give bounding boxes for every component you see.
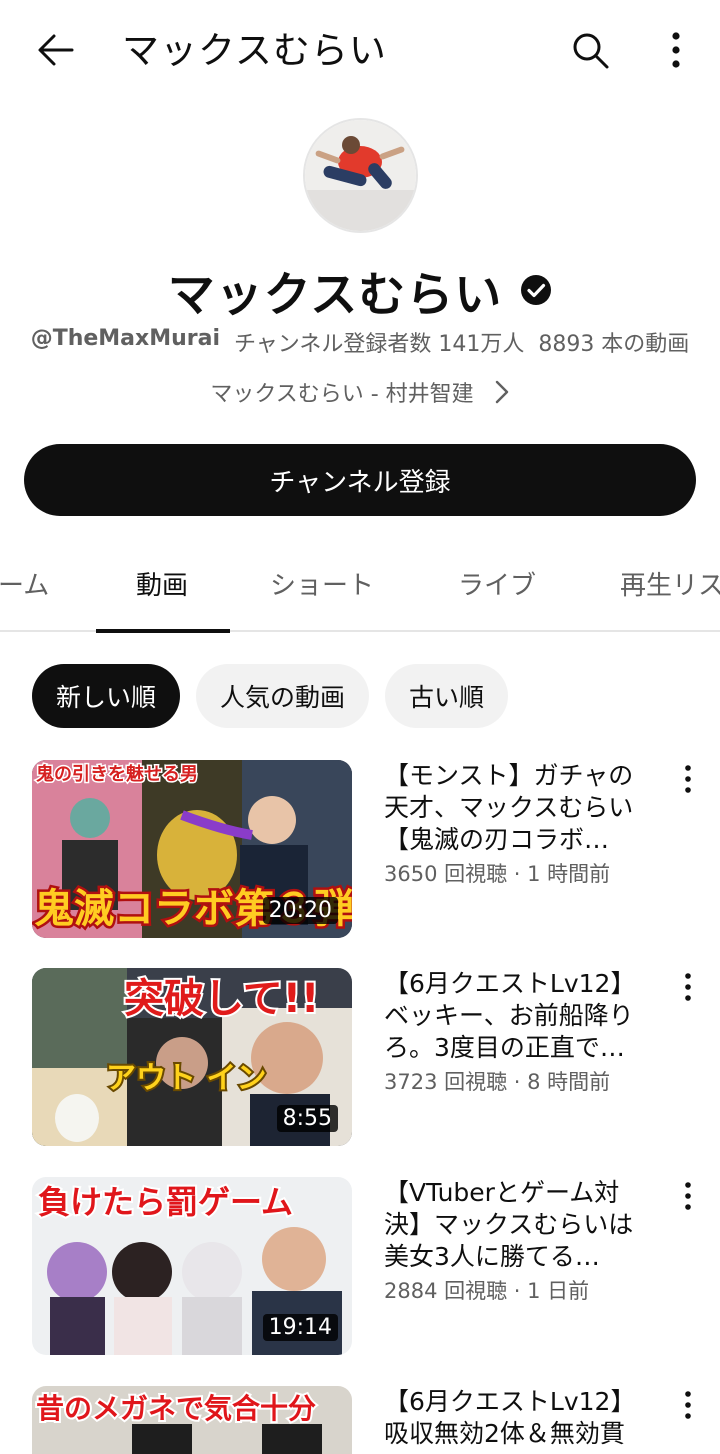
- video-title-line: 【モンスト】ガチャの: [384, 761, 634, 790]
- video-thumbnail[interactable]: 鬼の引きを魅せる男 鬼滅コラボ第３弾 20:20: [32, 760, 352, 938]
- top-app-bar: マックスむらい: [0, 0, 720, 100]
- video-title-line: 決】マックスむらいは: [384, 1210, 634, 1239]
- video-duration: 19:14: [262, 1314, 338, 1341]
- video-title[interactable]: 【VTuberとゲーム対 決】マックスむらいは 美女3人に勝てる…: [384, 1177, 664, 1273]
- thumb-text-top: 昔のメガネで気合十分: [36, 1392, 316, 1425]
- video-title-line: 吸収無効2体＆無効貫: [384, 1419, 625, 1448]
- video-title-line: ろ。3度目の正直で…: [384, 1033, 625, 1062]
- video-thumbnail[interactable]: 負けたら罰ゲーム 19:14: [32, 1177, 352, 1355]
- chip-oldest[interactable]: 古い順: [385, 664, 509, 728]
- channel-avatar[interactable]: [303, 118, 418, 233]
- chip-popular[interactable]: 人気の動画: [196, 664, 370, 728]
- video-title-line: 【鬼滅の刃コラボ…: [384, 825, 610, 854]
- video-title-line: 【6月クエストLv12】: [384, 969, 636, 998]
- video-more-button[interactable]: [668, 1181, 708, 1221]
- channel-name: マックスむらい: [167, 267, 503, 323]
- video-meta: 3650 回視聴 · 1 時間前: [384, 862, 611, 886]
- more-options-button[interactable]: [648, 22, 704, 78]
- video-title-line: 【6月クエストLv12】: [384, 1387, 636, 1416]
- tab-live[interactable]: ライブ: [458, 552, 536, 632]
- video-item[interactable]: 負けたら罰ゲーム 19:14 【VTuberとゲーム対 決】マックスむらいは 美…: [0, 1177, 720, 1357]
- video-duration: 8:55: [276, 1105, 338, 1132]
- active-tab-indicator: [96, 629, 230, 633]
- video-more-button[interactable]: [668, 1390, 708, 1430]
- tab-shorts[interactable]: ショート: [270, 552, 374, 632]
- subscriber-count: チャンネル登録者数 141万人: [234, 332, 525, 357]
- thumb-text-top: 負けたら罰ゲーム: [38, 1183, 293, 1221]
- video-count: 8893 本の動画: [538, 332, 690, 357]
- more-vertical-icon: [685, 1391, 691, 1419]
- video-meta: 3723 回視聴 · 8 時間前: [384, 1070, 611, 1094]
- video-item[interactable]: 鬼の引きを魅せる男 鬼滅コラボ第３弾 20:20 【モンスト】ガチャの 天才、マ…: [0, 760, 720, 940]
- thumb-text-top: 鬼の引きを魅せる男: [36, 763, 198, 785]
- video-title-line: 天才、マックスむらい: [384, 793, 634, 822]
- channel-handle: @TheMaxMurai: [30, 326, 220, 351]
- channel-meta: @TheMaxMurai チャンネル登録者数 141万人 8893 本の動画: [0, 326, 720, 362]
- video-more-button[interactable]: [668, 764, 708, 804]
- verified-badge-icon: [521, 275, 552, 305]
- search-icon: [573, 33, 609, 69]
- more-vertical-icon: [685, 1182, 691, 1210]
- video-title-line: ベッキー、お前船降り: [384, 1001, 634, 1030]
- video-duration: 20:20: [262, 897, 338, 924]
- thumb-text-bottom: アウト イン: [106, 1061, 266, 1096]
- channel-description-link[interactable]: マックスむらい - 村井智建: [0, 374, 720, 410]
- sort-chips: 新しい順 人気の動画 古い順: [32, 664, 509, 728]
- video-title[interactable]: 【6月クエストLv12】 ベッキー、お前船降り ろ。3度目の正直で…: [384, 968, 664, 1064]
- more-vertical-icon: [685, 765, 691, 793]
- subscribe-button[interactable]: チャンネル登録: [24, 444, 696, 516]
- video-thumbnail[interactable]: 突破して!! アウト イン 8:55: [32, 968, 352, 1146]
- more-vertical-icon: [685, 973, 691, 1001]
- channel-name-row: マックスむらい: [0, 255, 720, 325]
- video-title-line: 美女3人に勝てる…: [384, 1242, 600, 1271]
- video-title[interactable]: 【6月クエストLv12】 吸収無効2体＆無効貫: [384, 1386, 664, 1450]
- video-item[interactable]: 昔のメガネで気合十分 【6月クエストLv12】 吸収無効2体＆無効貫: [0, 1386, 720, 1454]
- channel-tabs: ーム 動画 ショート ライブ 再生リス: [0, 552, 720, 633]
- page-title: マックスむらい: [122, 29, 387, 72]
- video-title-line: 【VTuberとゲーム対: [384, 1178, 620, 1207]
- video-meta: 2884 回視聴 · 1 日前: [384, 1279, 590, 1303]
- back-button[interactable]: [28, 22, 84, 78]
- chip-newest[interactable]: 新しい順: [32, 664, 181, 728]
- video-thumbnail[interactable]: 昔のメガネで気合十分: [32, 1386, 352, 1454]
- video-more-button[interactable]: [668, 972, 708, 1012]
- search-button[interactable]: [562, 22, 618, 78]
- tab-home[interactable]: ーム: [0, 552, 49, 632]
- arrow-left-icon: [38, 34, 74, 66]
- tab-videos[interactable]: 動画: [136, 552, 188, 632]
- tab-playlists[interactable]: 再生リス: [620, 552, 720, 632]
- chevron-right-icon: [495, 380, 508, 404]
- thumb-text-top: 突破して!!: [124, 976, 319, 1022]
- channel-link-text: マックスむらい - 村井智建: [210, 382, 474, 407]
- video-title[interactable]: 【モンスト】ガチャの 天才、マックスむらい 【鬼滅の刃コラボ…: [384, 760, 664, 856]
- more-vertical-icon: [672, 32, 680, 68]
- video-item[interactable]: 突破して!! アウト イン 8:55 【6月クエストLv12】 ベッキー、お前船…: [0, 968, 720, 1148]
